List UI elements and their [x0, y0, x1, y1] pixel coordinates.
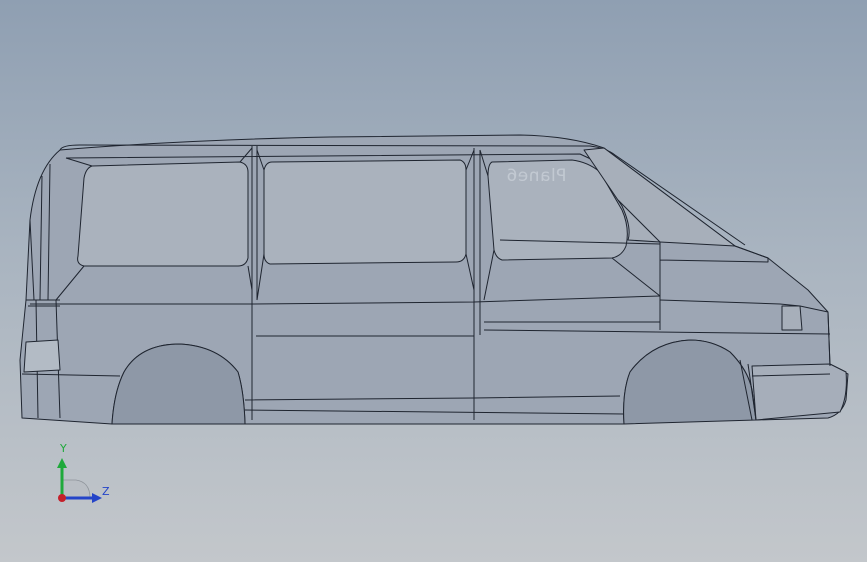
rear-tail-light	[23, 339, 61, 373]
x-axis-dot-icon	[58, 494, 66, 502]
reference-triad: Y Z	[40, 438, 120, 508]
graphics-viewport[interactable]: Plane6 Y Z	[0, 0, 867, 562]
headlight	[781, 305, 803, 331]
z-axis-arrow-icon	[92, 493, 102, 503]
van-model[interactable]	[0, 0, 867, 562]
z-axis-label: Z	[102, 485, 110, 498]
triad-xz-plane-icon	[61, 479, 91, 499]
middle-window	[263, 159, 467, 265]
rear-window	[77, 161, 249, 267]
front-bumper	[751, 363, 847, 421]
y-axis-label: Y	[60, 442, 67, 455]
y-axis-arrow-icon	[57, 458, 67, 468]
reference-plane-label: Plane6	[506, 166, 567, 186]
